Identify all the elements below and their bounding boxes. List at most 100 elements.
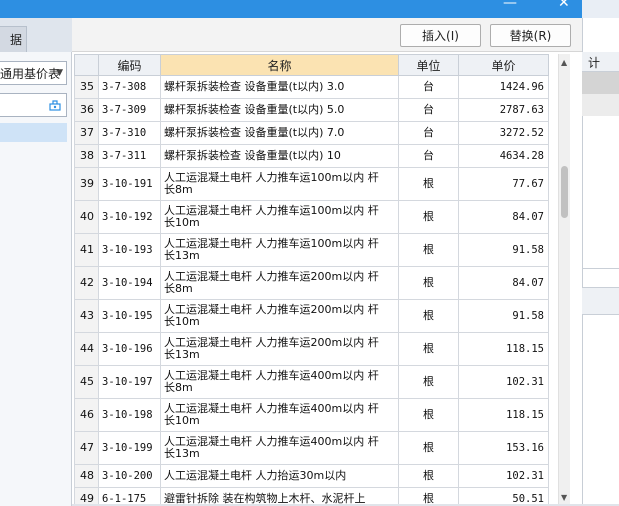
- cell-code[interactable]: 3-10-192: [98, 200, 161, 234]
- cell-name[interactable]: 人工运混凝土电杆 人力抬运30m以内: [160, 464, 399, 488]
- table-row[interactable]: 42 3-10-194 人工运混凝土电杆 人力推车运200m以内 杆长8m 根 84.0…: [74, 266, 549, 300]
- column-header-unit[interactable]: 单位: [398, 54, 459, 76]
- cell-price[interactable]: 91.58: [458, 299, 549, 333]
- table-row[interactable]: 37 3-7-310 螺杆泵拆装检查 设备重量(t以内) 7.0 台 3272.52: [74, 121, 549, 145]
- cell-price[interactable]: 118.15: [458, 332, 549, 366]
- cell-code[interactable]: 3-7-308: [98, 75, 161, 99]
- cell-name[interactable]: 人工运混凝土电杆 人力推车运400m以内 杆长8m: [160, 365, 399, 399]
- row-index[interactable]: 48: [74, 464, 99, 488]
- cell-name[interactable]: 螺杆泵拆装检查 设备重量(t以内) 3.0: [160, 75, 399, 99]
- row-index[interactable]: 42: [74, 266, 99, 300]
- replace-button[interactable]: 替换(R): [490, 24, 571, 47]
- table-row[interactable]: 36 3-7-309 螺杆泵拆装检查 设备重量(t以内) 5.0 台 2787.63: [74, 98, 549, 122]
- column-header-price[interactable]: 单价: [458, 54, 549, 76]
- cell-name[interactable]: 人工运混凝土电杆 人力推车运400m以内 杆长13m: [160, 431, 399, 465]
- column-header-name[interactable]: 名称: [160, 54, 399, 76]
- row-index[interactable]: 43: [74, 299, 99, 333]
- cell-name[interactable]: 人工运混凝土电杆 人力推车运400m以内 杆长10m: [160, 398, 399, 432]
- insert-button[interactable]: 插入(I): [400, 24, 481, 47]
- column-header-index[interactable]: [74, 54, 99, 76]
- selected-tree-row[interactable]: [0, 123, 67, 142]
- cell-code[interactable]: 3-10-194: [98, 266, 161, 300]
- scroll-down-icon[interactable]: ▼: [561, 493, 567, 502]
- row-index[interactable]: 39: [74, 167, 99, 201]
- table-row[interactable]: 46 3-10-198 人工运混凝土电杆 人力推车运400m以内 杆长10m 根 118…: [74, 398, 549, 432]
- search-tree-icon[interactable]: [49, 99, 61, 111]
- tab-data[interactable]: 据: [0, 26, 27, 52]
- row-index[interactable]: 45: [74, 365, 99, 399]
- cell-code[interactable]: 3-10-197: [98, 365, 161, 399]
- cell-unit[interactable]: 台: [398, 98, 459, 122]
- table-row[interactable]: 41 3-10-193 人工运混凝土电杆 人力推车运100m以内 杆长13m 根 91.…: [74, 233, 549, 267]
- cell-name[interactable]: 人工运混凝土电杆 人力推车运100m以内 杆长8m: [160, 167, 399, 201]
- cell-code[interactable]: 3-10-199: [98, 431, 161, 465]
- cell-name[interactable]: 人工运混凝土电杆 人力推车运100m以内 杆长10m: [160, 200, 399, 234]
- cell-price[interactable]: 3272.52: [458, 121, 549, 145]
- vertical-scrollbar[interactable]: ▲ ▼: [558, 54, 570, 506]
- cell-unit[interactable]: 根: [398, 299, 459, 333]
- table-row[interactable]: 35 3-7-308 螺杆泵拆装检查 设备重量(t以内) 3.0 台 1424.96: [74, 75, 549, 99]
- cell-name[interactable]: 人工运混凝土电杆 人力推车运200m以内 杆长8m: [160, 266, 399, 300]
- table-row[interactable]: 38 3-7-311 螺杆泵拆装检查 设备重量(t以内) 10 台 4634.28: [74, 144, 549, 168]
- row-index[interactable]: 41: [74, 233, 99, 267]
- row-index[interactable]: 37: [74, 121, 99, 145]
- cell-code[interactable]: 3-10-195: [98, 299, 161, 333]
- cell-code[interactable]: 3-7-311: [98, 144, 161, 168]
- cell-price[interactable]: 91.58: [458, 233, 549, 267]
- cell-price[interactable]: 4634.28: [458, 144, 549, 168]
- cell-unit[interactable]: 台: [398, 144, 459, 168]
- cell-price[interactable]: 84.07: [458, 200, 549, 234]
- table-row[interactable]: 47 3-10-199 人工运混凝土电杆 人力推车运400m以内 杆长13m 根 153…: [74, 431, 549, 465]
- minimize-icon[interactable]: —: [503, 0, 517, 10]
- table-row[interactable]: 43 3-10-195 人工运混凝土电杆 人力推车运200m以内 杆长10m 根 91.…: [74, 299, 549, 333]
- row-index[interactable]: 35: [74, 75, 99, 99]
- scroll-up-icon[interactable]: ▲: [561, 58, 567, 67]
- column-header-code[interactable]: 编码: [98, 54, 161, 76]
- cell-unit[interactable]: 根: [398, 200, 459, 234]
- cell-code[interactable]: 3-10-198: [98, 398, 161, 432]
- cell-unit[interactable]: 根: [398, 332, 459, 366]
- cell-name[interactable]: 人工运混凝土电杆 人力推车运100m以内 杆长13m: [160, 233, 399, 267]
- cell-unit[interactable]: 根: [398, 266, 459, 300]
- cell-code[interactable]: 3-7-310: [98, 121, 161, 145]
- cell-price[interactable]: 2787.63: [458, 98, 549, 122]
- cell-name[interactable]: 螺杆泵拆装检查 设备重量(t以内) 5.0: [160, 98, 399, 122]
- row-index[interactable]: 36: [74, 98, 99, 122]
- cell-code[interactable]: 3-10-193: [98, 233, 161, 267]
- cell-unit[interactable]: 根: [398, 365, 459, 399]
- cell-name[interactable]: 人工运混凝土电杆 人力推车运200m以内 杆长10m: [160, 299, 399, 333]
- cell-name[interactable]: 螺杆泵拆装检查 设备重量(t以内) 7.0: [160, 121, 399, 145]
- scrollbar-thumb[interactable]: [561, 166, 568, 218]
- cell-code[interactable]: 3-7-309: [98, 98, 161, 122]
- cell-price[interactable]: 153.16: [458, 431, 549, 465]
- table-row[interactable]: 44 3-10-196 人工运混凝土电杆 人力推车运200m以内 杆长13m 根 118…: [74, 332, 549, 366]
- row-index[interactable]: 46: [74, 398, 99, 432]
- table-row[interactable]: 48 3-10-200 人工运混凝土电杆 人力抬运30m以内 根 102.31: [74, 464, 549, 488]
- cell-unit[interactable]: 根: [398, 464, 459, 488]
- cell-unit[interactable]: 台: [398, 75, 459, 99]
- cell-code[interactable]: 3-10-191: [98, 167, 161, 201]
- cell-price[interactable]: 84.07: [458, 266, 549, 300]
- cell-price[interactable]: 118.15: [458, 398, 549, 432]
- cell-name[interactable]: 螺杆泵拆装检查 设备重量(t以内) 10: [160, 144, 399, 168]
- cell-unit[interactable]: 根: [398, 398, 459, 432]
- row-index[interactable]: 44: [74, 332, 99, 366]
- cell-price[interactable]: 102.31: [458, 365, 549, 399]
- table-row[interactable]: 39 3-10-191 人工运混凝土电杆 人力推车运100m以内 杆长8m 根 77.6…: [74, 167, 549, 201]
- cell-price[interactable]: 1424.96: [458, 75, 549, 99]
- cell-price[interactable]: 102.31: [458, 464, 549, 488]
- close-icon[interactable]: ✕: [558, 0, 570, 10]
- cell-code[interactable]: 3-10-200: [98, 464, 161, 488]
- cell-unit[interactable]: 台: [398, 121, 459, 145]
- library-select[interactable]: 通用基价表 ▼: [0, 61, 67, 85]
- cell-unit[interactable]: 根: [398, 167, 459, 201]
- table-row[interactable]: 45 3-10-197 人工运混凝土电杆 人力推车运400m以内 杆长8m 根 102.…: [74, 365, 549, 399]
- cell-code[interactable]: 3-10-196: [98, 332, 161, 366]
- row-index[interactable]: 47: [74, 431, 99, 465]
- cell-name[interactable]: 人工运混凝土电杆 人力推车运200m以内 杆长13m: [160, 332, 399, 366]
- search-input[interactable]: [0, 93, 67, 117]
- cell-price[interactable]: 77.67: [458, 167, 549, 201]
- cell-unit[interactable]: 根: [398, 233, 459, 267]
- table-row[interactable]: 40 3-10-192 人工运混凝土电杆 人力推车运100m以内 杆长10m 根 84.…: [74, 200, 549, 234]
- cell-unit[interactable]: 根: [398, 431, 459, 465]
